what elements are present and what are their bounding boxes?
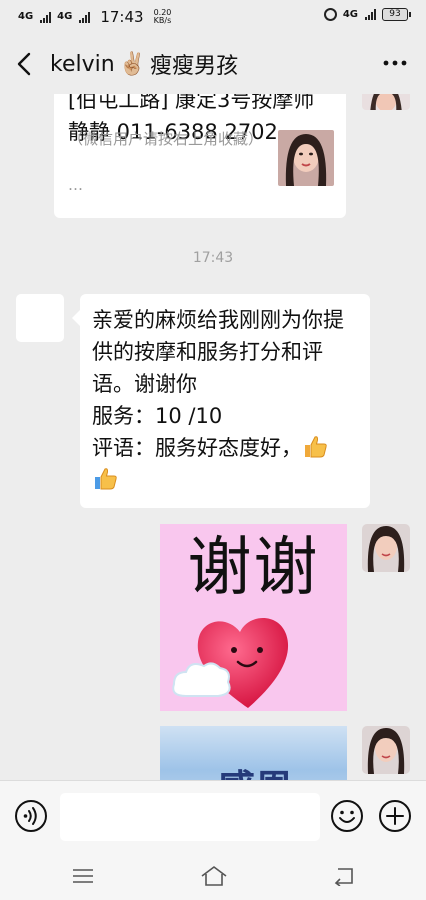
chat-title: kelvin ✌🏼 瘦瘦男孩 [50,48,238,80]
more-options-icon[interactable] [382,56,408,70]
card-ellipsis: … [68,176,83,194]
thumbs-up-icon [305,436,327,458]
victory-hand-icon: ✌🏼 [118,51,147,77]
emoji-icon[interactable] [330,799,364,833]
system-navigation-bar [0,852,426,900]
plus-icon[interactable] [378,799,412,833]
signal-label-1: 4G [18,11,34,22]
chat-header: kelvin ✌🏼 瘦瘦男孩 [0,34,426,94]
alarm-icon [323,8,337,21]
card-thumbnail [278,130,334,186]
avatar-photo-icon [362,524,410,572]
chat-title-name: kelvin [50,51,115,77]
message-timestamp: 17:43 [192,250,234,266]
avatar-photo-icon [362,94,410,110]
home-icon[interactable] [200,864,228,888]
menu-icon[interactable] [72,868,94,884]
message-line-1: 亲爱的麻烦给我刚刚为你提供的按摩和服务打分和评语。谢谢你 [92,308,344,396]
clock: 17:43 [100,8,144,26]
message-input[interactable] [60,793,320,841]
sender-avatar[interactable] [16,294,64,342]
signal-label-2: 4G [57,11,73,22]
battery-icon: 93 [382,8,411,21]
system-back-icon[interactable] [332,866,354,886]
status-bar: 4G 4G 17:43 0.20 KB/s 4G 93 [0,0,426,34]
message-line-4 [92,464,358,496]
status-right: 4G 93 [323,8,411,21]
status-left: 4G 4G 17:43 0.20 KB/s [18,8,171,26]
message-line-3: 评语：服务好态度好， [92,432,358,464]
input-bar [0,780,426,852]
sticker-text: 谢谢 [187,531,320,605]
avatar-photo-icon [362,726,410,774]
voice-input-icon[interactable] [14,799,48,833]
signal-bars-icon [40,11,52,23]
signal-label-3: 4G [342,8,358,20]
gratitude-image[interactable]: 感恩 [160,726,347,780]
my-avatar[interactable] [362,524,410,572]
photo-text: 感恩 [170,758,340,780]
message-line-3-text: 评语：服务好态度好， [92,436,302,460]
chat-title-suffix: 瘦瘦男孩 [150,54,239,79]
message-line-2: 服务：10 /10 [92,404,223,428]
network-speed: 0.20 KB/s [154,9,172,25]
heart-with-cloud-icon [172,618,289,708]
my-avatar[interactable] [362,726,410,774]
card-thumbnail-image [278,130,334,186]
thumbs-up-icon [95,468,117,490]
chat-area[interactable]: [伯屯工路] 康定3号按摩师静静 011-6388 2702 （微信用户请按右上… [0,94,426,780]
card-description: （微信用户请按右上角收藏） [68,130,264,148]
signal-bars-icon [365,9,376,20]
speed-unit: KB/s [153,16,172,25]
signal-bars-icon [79,11,91,23]
thank-you-sticker[interactable]: 谢谢 [160,524,347,711]
back-arrow-icon[interactable] [14,50,36,78]
contact-avatar-top[interactable] [362,94,410,110]
link-card[interactable]: [伯屯工路] 康定3号按摩师静静 011-6388 2702 （微信用户请按右上… [54,94,346,218]
incoming-message-bubble[interactable]: 亲爱的麻烦给我刚刚为你提供的按摩和服务打分和评语。谢谢你 服务：10 /10 评… [72,294,370,508]
